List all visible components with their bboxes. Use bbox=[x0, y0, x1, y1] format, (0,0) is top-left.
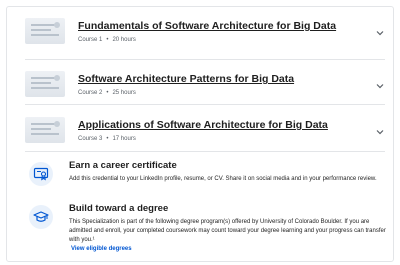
certificate-icon bbox=[29, 162, 53, 186]
chevron-down-icon[interactable] bbox=[375, 28, 385, 38]
course-hours: 17 hours bbox=[112, 136, 136, 142]
divider bbox=[25, 104, 385, 105]
course-thumbnail bbox=[25, 18, 65, 44]
divider bbox=[25, 59, 385, 60]
meta-separator: • bbox=[106, 90, 109, 96]
degree-title: Build toward a degree bbox=[69, 203, 169, 214]
course-meta: Course 3 • 17 hours bbox=[78, 136, 136, 142]
course-title-link[interactable]: Applications of Software Architecture fo… bbox=[78, 119, 328, 131]
course-thumbnail bbox=[25, 117, 65, 143]
graduation-cap-icon bbox=[29, 205, 53, 229]
course-hours: 20 hours bbox=[112, 37, 136, 43]
course-hours: 25 hours bbox=[112, 90, 136, 96]
chevron-down-icon[interactable] bbox=[375, 81, 385, 91]
chevron-down-icon[interactable] bbox=[375, 127, 385, 137]
degree-text: This Specialization is part of the follo… bbox=[69, 219, 386, 243]
course-number: Course 1 bbox=[78, 37, 103, 43]
meta-separator: • bbox=[106, 37, 109, 43]
course-number: Course 3 bbox=[78, 136, 103, 142]
course-item[interactable]: Fundamentals of Software Architecture fo… bbox=[25, 14, 393, 58]
course-meta: Course 1 • 20 hours bbox=[78, 37, 136, 43]
career-certificate-text: Add this credential to your LinkedIn pro… bbox=[69, 176, 377, 182]
meta-separator: • bbox=[106, 136, 109, 142]
specialization-panel: Fundamentals of Software Architecture fo… bbox=[6, 6, 394, 262]
course-title-link[interactable]: Fundamentals of Software Architecture fo… bbox=[78, 20, 336, 32]
course-meta: Course 2 • 25 hours bbox=[78, 90, 136, 96]
divider bbox=[25, 151, 385, 152]
course-thumbnail bbox=[25, 71, 65, 97]
career-certificate-title: Earn a career certificate bbox=[69, 160, 177, 171]
course-title-link[interactable]: Software Architecture Patterns for Big D… bbox=[78, 73, 294, 85]
course-number: Course 2 bbox=[78, 90, 103, 96]
view-eligible-degrees-link[interactable]: View eligible degrees bbox=[71, 246, 132, 252]
